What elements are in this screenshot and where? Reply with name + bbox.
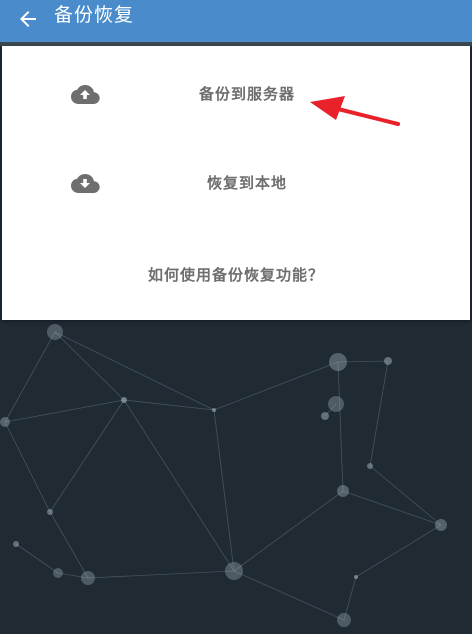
app-bar: 备份恢复 [0, 0, 472, 42]
backup-help-link[interactable]: 如何使用备份恢复功能？ [2, 252, 470, 298]
back-button[interactable] [12, 3, 44, 35]
cloud-upload-icon [71, 85, 100, 104]
page-title: 备份恢复 [54, 4, 135, 26]
network-background [0, 324, 447, 627]
backup-to-server-label: 备份到服务器 [198, 85, 295, 103]
restore-to-local-label: 恢复到本地 [206, 174, 287, 192]
cloud-download-icon [71, 174, 100, 193]
backup-card: 备份到服务器 恢复到本地 如何使用备份恢复功能？ [2, 46, 470, 320]
backup-to-server-button[interactable]: 备份到服务器 [2, 71, 470, 117]
arrow-left-icon [20, 11, 36, 27]
restore-to-local-button[interactable]: 恢复到本地 [2, 160, 470, 206]
